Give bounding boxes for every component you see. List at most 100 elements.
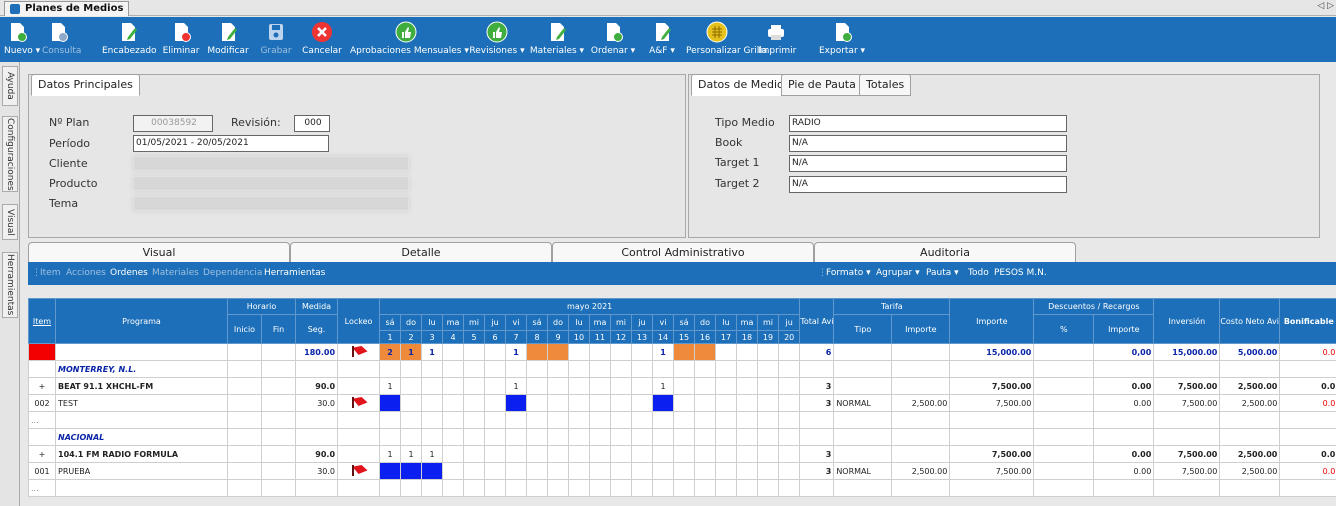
cell-day-spots[interactable]: 1 <box>379 462 402 480</box>
cell-day-spots[interactable] <box>547 343 570 361</box>
cell-day-spots[interactable] <box>757 377 780 395</box>
toolbar-button-encabezado[interactable]: Encabezado <box>102 19 157 61</box>
cell-day-spots[interactable] <box>652 445 675 463</box>
menu-acciones[interactable]: Acciones <box>66 262 106 284</box>
cell-day-spots[interactable] <box>694 462 717 480</box>
toolbar-button-personalizar-grilla[interactable]: Personalizar Grilla <box>686 19 767 61</box>
cell-day-spots[interactable] <box>631 462 654 480</box>
cell-day-spots[interactable] <box>631 445 654 463</box>
cell-day-spots[interactable] <box>442 394 465 412</box>
header-programa[interactable]: Programa <box>55 298 228 344</box>
table-row[interactable]: +104.1 FM RADIO FORMULA 90.0 1 1 1 3 7,500.00 0… <box>28 445 1336 463</box>
cell-item[interactable]: 002 <box>28 394 56 412</box>
cell-day-spots[interactable] <box>442 462 465 480</box>
cell-day-spots[interactable] <box>673 394 696 412</box>
target2-field[interactable]: N/A <box>789 176 1067 193</box>
cell-day-spots[interactable] <box>673 343 696 361</box>
cell-day-spots[interactable] <box>463 394 486 412</box>
cell-day-spots[interactable] <box>715 445 738 463</box>
cell-day-spots[interactable] <box>463 445 486 463</box>
periodo-field[interactable]: 01/05/2021 - 20/05/2021 <box>133 135 329 152</box>
cell-day-spots[interactable] <box>568 394 591 412</box>
cell-day-spots[interactable] <box>589 394 612 412</box>
side-tab-ayuda[interactable]: Ayuda <box>2 66 18 106</box>
toolbar-button-revisiones[interactable]: Revisiones ▾ <box>468 19 526 61</box>
cell-day-spots[interactable] <box>589 377 612 395</box>
toolbar-button-a&f[interactable]: A&F ▾ <box>644 19 680 61</box>
cell-day-spots[interactable]: 1 <box>652 394 675 412</box>
cell-item[interactable]: 001 <box>28 462 56 480</box>
cell-day-spots[interactable] <box>610 343 633 361</box>
cell-day-spots[interactable] <box>715 462 738 480</box>
toolbar-button-ordenar[interactable]: Ordenar ▾ <box>590 19 636 61</box>
cell-day-spots[interactable] <box>694 343 717 361</box>
tab-detalle[interactable]: Detalle <box>290 242 552 262</box>
cell-lockeo[interactable] <box>337 445 381 463</box>
menu-ordenes[interactable]: Ordenes <box>110 262 148 284</box>
cell-day-spots[interactable] <box>547 445 570 463</box>
toolbar-button-imprimir[interactable]: Imprimir <box>758 19 796 61</box>
table-row[interactable]: 180.00 2 1 1 1 1 6 15,000.00 0,00 15,000.00 5,000.… <box>28 343 1336 361</box>
cell-day-spots[interactable] <box>610 445 633 463</box>
tema-field[interactable] <box>133 196 409 211</box>
toolbar-button-materiales[interactable]: Materiales ▾ <box>528 19 586 61</box>
cell-day-spots[interactable] <box>421 377 444 395</box>
cell-day-spots[interactable] <box>757 394 780 412</box>
cell-day-spots[interactable] <box>589 462 612 480</box>
cell-day-spots[interactable] <box>694 394 717 412</box>
cell-day-spots[interactable]: 1 <box>400 343 423 361</box>
cell-day-spots[interactable] <box>610 394 633 412</box>
cell-day-spots[interactable] <box>484 462 507 480</box>
red-flag-icon[interactable] <box>350 346 368 357</box>
target1-field[interactable]: N/A <box>789 155 1067 172</box>
cell-day-spots[interactable] <box>484 445 507 463</box>
menu-formato[interactable]: Formato ▾ <box>826 262 871 284</box>
cell-day-spots[interactable] <box>547 394 570 412</box>
menu-dependencia[interactable]: Dependencia <box>203 262 262 284</box>
tab-datos-de-medio[interactable]: Datos de Medio <box>691 74 791 96</box>
cell-day-spots[interactable] <box>673 445 696 463</box>
cell-day-spots[interactable] <box>589 343 612 361</box>
red-flag-icon[interactable] <box>350 465 368 476</box>
cell-lockeo[interactable] <box>337 343 381 361</box>
cell-day-spots[interactable] <box>736 445 759 463</box>
cell-day-spots[interactable] <box>652 462 675 480</box>
cell-day-spots[interactable]: 2 <box>379 343 402 361</box>
cell-day-spots[interactable] <box>715 343 738 361</box>
cell-day-spots[interactable]: 1 <box>379 445 402 463</box>
cell-lockeo[interactable] <box>337 377 381 395</box>
menu-todo[interactable]: Todo <box>968 262 989 284</box>
tipo-medio-field[interactable]: RADIO <box>789 115 1067 132</box>
window-tab[interactable]: Planes de Medios <box>4 1 130 16</box>
producto-field[interactable] <box>133 176 409 191</box>
side-tab-herramientas[interactable]: Herramientas <box>2 252 18 318</box>
table-row[interactable]: MONTERREY, N.L. <box>28 360 1336 378</box>
cell-day-spots[interactable] <box>778 377 801 395</box>
table-row[interactable]: 001 PRUEBA 30.0 1 1 1 3 NORMAL 2,500.00 7,500.00 0… <box>28 462 1336 480</box>
cell-day-spots[interactable] <box>463 462 486 480</box>
cell-day-spots[interactable] <box>463 343 486 361</box>
cell-day-spots[interactable] <box>778 394 801 412</box>
menu-agrupar[interactable]: Agrupar ▾ <box>876 262 920 284</box>
cell-day-spots[interactable]: 1 <box>400 445 423 463</box>
toolbar-button-aprobaciones-mensuales[interactable]: Aprobaciones Mensuales ▾ <box>350 19 469 61</box>
table-row[interactable]: 002 TEST 30.0 1 1 1 3 NORMAL 2,500.00 7,500.00 0.0… <box>28 394 1336 412</box>
menu-item[interactable]: Item <box>40 262 61 284</box>
cell-day-spots[interactable] <box>694 377 717 395</box>
cell-day-spots[interactable] <box>505 445 528 463</box>
cell-day-spots[interactable]: 1 <box>505 343 528 361</box>
cell-day-spots[interactable] <box>736 394 759 412</box>
cell-day-spots[interactable] <box>526 462 549 480</box>
cell-day-spots[interactable] <box>757 445 780 463</box>
cell-day-spots[interactable] <box>463 377 486 395</box>
cell-day-spots[interactable]: 1 <box>421 462 444 480</box>
cell-day-spots[interactable] <box>715 394 738 412</box>
toolbar-button-exportar[interactable]: Exportar ▾ <box>818 19 866 61</box>
cell-day-spots[interactable] <box>673 462 696 480</box>
cell-day-spots[interactable] <box>631 343 654 361</box>
toolbar-button-eliminar[interactable]: Eliminar <box>162 19 200 61</box>
cell-day-spots[interactable] <box>631 394 654 412</box>
cell-day-spots[interactable] <box>610 462 633 480</box>
cell-day-spots[interactable] <box>568 343 591 361</box>
cell-lockeo[interactable] <box>337 462 381 480</box>
